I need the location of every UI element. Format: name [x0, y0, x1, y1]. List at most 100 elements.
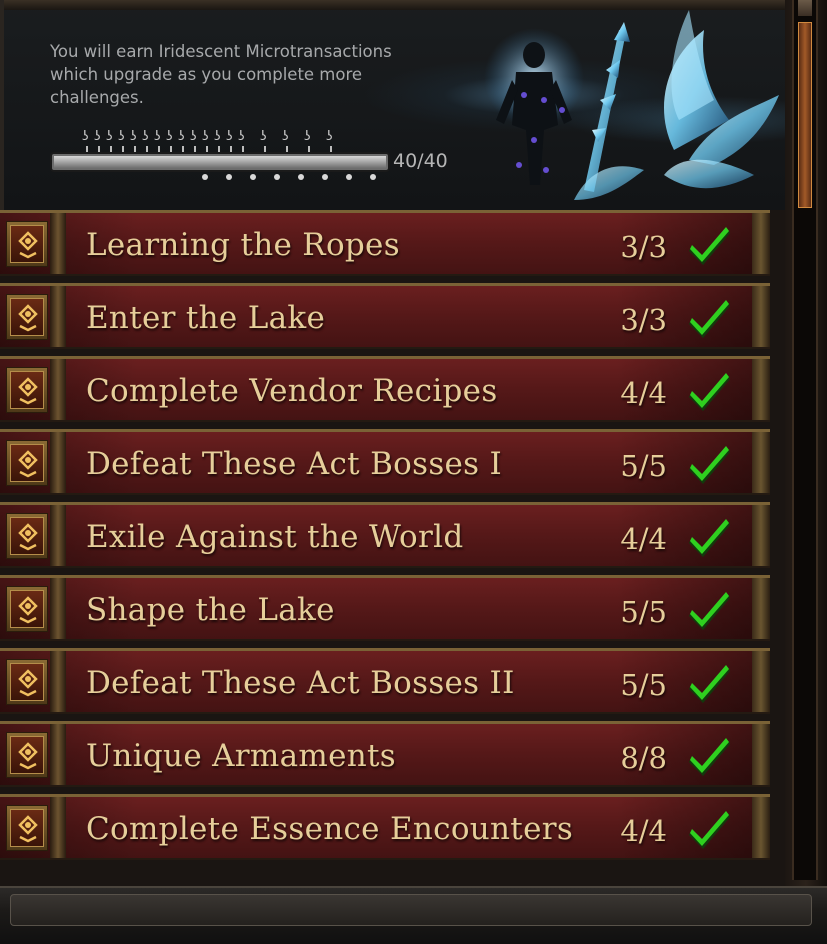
challenge-title: Unique Armaments	[86, 738, 396, 774]
row-divider	[50, 578, 66, 639]
progress-dot	[226, 174, 232, 180]
progress-tick	[286, 146, 288, 154]
challenge-title: Defeat These Act Bosses II	[86, 665, 515, 701]
reward-marker-icon: ʖ	[94, 129, 101, 144]
panel-bottom-trim	[10, 894, 812, 926]
progress-tick	[330, 146, 332, 154]
progress-tick	[230, 146, 232, 154]
scrollbar-track[interactable]	[792, 0, 818, 880]
reward-marker-icon: ʖ	[166, 129, 173, 144]
checkmark-icon	[688, 225, 732, 267]
challenge-title: Shape the Lake	[86, 592, 335, 628]
reward-markers: ʖʖʖʖʖʖʖʖʖʖʖʖʖʖʖʖʖʖ	[82, 130, 422, 146]
challenge-badge-frame	[6, 586, 48, 632]
scrollbar-up-cap[interactable]	[798, 0, 812, 16]
challenge-title: Enter the Lake	[86, 300, 326, 336]
checkmark-icon	[688, 517, 732, 559]
progress-bar	[52, 154, 388, 170]
armor-and-wings-preview-icon	[474, 0, 789, 210]
reward-marker-icon: ʖ	[130, 129, 137, 144]
challenge-progress: 4/4	[620, 522, 667, 556]
challenge-title: Complete Essence Encounters	[86, 811, 574, 847]
reward-marker-icon: ʖ	[142, 129, 149, 144]
challenge-badge-icon	[10, 371, 44, 409]
row-divider	[50, 213, 66, 274]
progress-dot	[346, 174, 352, 180]
challenge-badge-icon	[10, 225, 44, 263]
checkmark-icon	[688, 298, 732, 340]
reward-progress: ʖʖʖʖʖʖʖʖʖʖʖʖʖʖʖʖʖʖ	[52, 130, 392, 190]
challenge-progress: 5/5	[620, 668, 667, 702]
progress-tick	[194, 146, 196, 154]
challenge-progress: 3/3	[620, 303, 667, 337]
progress-dot	[202, 174, 208, 180]
progress-dot	[274, 174, 280, 180]
progress-tick	[98, 146, 100, 154]
scrollbar[interactable]	[785, 0, 827, 890]
challenge-row[interactable]: Unique Armaments 8/8	[0, 721, 770, 787]
checkmark-icon	[688, 444, 732, 486]
challenge-row[interactable]: Complete Vendor Recipes 4/4	[0, 356, 770, 422]
challenge-row[interactable]: Learning the Ropes 3/3	[0, 210, 770, 276]
checkmark-icon	[688, 809, 732, 851]
progress-dot	[322, 174, 328, 180]
challenge-badge-frame	[6, 294, 48, 340]
checkmark-icon	[688, 590, 732, 632]
row-divider	[50, 286, 66, 347]
challenge-badge-icon	[10, 663, 44, 701]
progress-dot	[298, 174, 304, 180]
challenge-reward-header: You will earn Iridescent Microtransactio…	[0, 0, 789, 210]
challenge-title: Learning the Ropes	[86, 227, 400, 263]
reward-marker-icon: ʖ	[118, 129, 125, 144]
progress-dot	[370, 174, 376, 180]
progress-tick	[86, 146, 88, 154]
row-divider	[50, 505, 66, 566]
row-divider	[50, 651, 66, 712]
challenge-row[interactable]: Defeat These Act Bosses I 5/5	[0, 429, 770, 495]
challenge-progress: 5/5	[620, 449, 667, 483]
progress-tick	[110, 146, 112, 154]
challenge-badge-icon	[10, 298, 44, 336]
progress-count: 40/40	[393, 150, 448, 172]
reward-description: You will earn Iridescent Microtransactio…	[50, 42, 392, 107]
progress-tick	[182, 146, 184, 154]
reward-marker-icon: ʖ	[304, 129, 311, 144]
challenge-badge-frame	[6, 513, 48, 559]
scrollbar-thumb[interactable]	[798, 22, 812, 208]
reward-marker-icon: ʖ	[82, 129, 89, 144]
reward-marker-icon: ʖ	[190, 129, 197, 144]
challenge-progress: 4/4	[620, 814, 667, 848]
challenge-badge-frame	[6, 221, 48, 267]
reward-marker-icon: ʖ	[106, 129, 113, 144]
challenge-row[interactable]: Complete Essence Encounters 4/4	[0, 794, 770, 860]
challenge-badge-frame	[6, 440, 48, 486]
challenge-badge-frame	[6, 732, 48, 778]
reward-marker-icon: ʖ	[238, 129, 245, 144]
checkmark-icon	[688, 663, 732, 705]
progress-tick	[308, 146, 310, 154]
progress-tick	[122, 146, 124, 154]
progress-ticks	[82, 146, 422, 154]
checkmark-icon	[688, 736, 732, 778]
reward-marker-icon: ʖ	[202, 129, 209, 144]
row-divider	[50, 432, 66, 493]
row-divider	[50, 359, 66, 420]
challenge-progress: 3/3	[620, 230, 667, 264]
progress-tick	[206, 146, 208, 154]
reward-marker-icon: ʖ	[178, 129, 185, 144]
reward-marker-icon: ʖ	[282, 129, 289, 144]
reward-marker-icon: ʖ	[214, 129, 221, 144]
challenge-row[interactable]: Shape the Lake 5/5	[0, 575, 770, 641]
progress-tick	[264, 146, 266, 154]
progress-tick	[146, 146, 148, 154]
reward-marker-icon: ʖ	[326, 129, 333, 144]
challenge-row[interactable]: Exile Against the World 4/4	[0, 502, 770, 568]
challenge-progress: 4/4	[620, 376, 667, 410]
challenge-row[interactable]: Enter the Lake 3/3	[0, 283, 770, 349]
challenge-badge-icon	[10, 444, 44, 482]
challenge-badge-frame	[6, 659, 48, 705]
challenge-row[interactable]: Defeat These Act Bosses II 5/5	[0, 648, 770, 714]
checkmark-icon	[688, 371, 732, 413]
challenge-title: Defeat These Act Bosses I	[86, 446, 503, 482]
challenge-title: Exile Against the World	[86, 519, 464, 555]
